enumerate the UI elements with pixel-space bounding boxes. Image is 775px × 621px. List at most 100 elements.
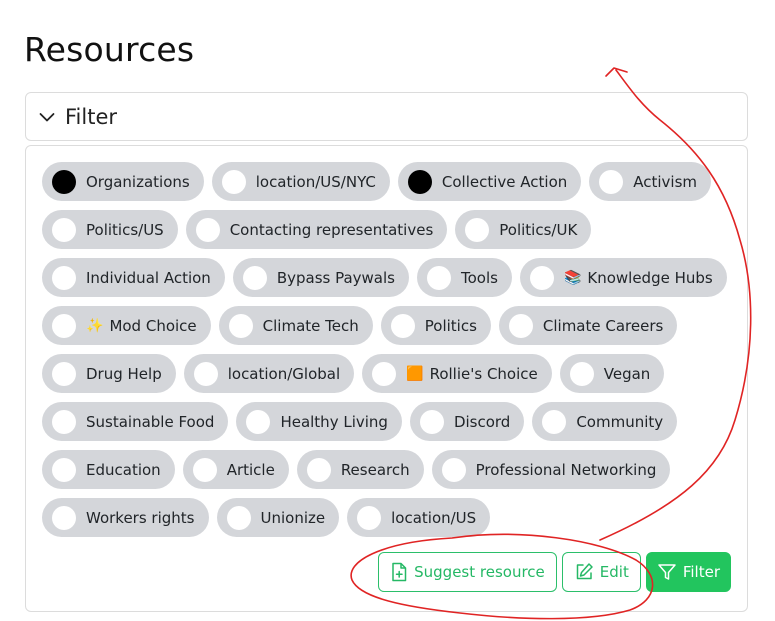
radio-unchecked-icon[interactable] bbox=[372, 361, 397, 386]
radio-unchecked-icon[interactable] bbox=[508, 313, 533, 338]
page-title: Resources bbox=[24, 30, 195, 69]
tag-option[interactable]: Contacting representatives bbox=[185, 210, 448, 249]
tag-option[interactable]: Politics/UK bbox=[455, 210, 592, 249]
tag-label: Healthy Living bbox=[280, 412, 388, 431]
tag-option[interactable]: location/Global bbox=[183, 354, 355, 393]
tag-option[interactable]: Community bbox=[532, 402, 678, 441]
tag-label: location/Global bbox=[227, 364, 341, 383]
books-icon: 📚 bbox=[563, 269, 582, 286]
tag-option[interactable]: Research bbox=[296, 450, 424, 489]
radio-unchecked-icon[interactable] bbox=[226, 505, 251, 530]
tag-label: Politics/US bbox=[86, 220, 164, 239]
radio-unchecked-icon[interactable] bbox=[52, 409, 76, 434]
edit-icon bbox=[576, 563, 593, 580]
tag-option[interactable]: Activism bbox=[589, 162, 712, 201]
tag-label: Contacting representatives bbox=[229, 220, 434, 239]
radio-unchecked-icon[interactable] bbox=[569, 361, 594, 386]
apply-filter-button[interactable]: Filter bbox=[645, 552, 731, 592]
radio-unchecked-icon[interactable] bbox=[52, 457, 76, 482]
radio-unchecked-icon[interactable] bbox=[426, 265, 451, 290]
radio-unchecked-icon[interactable] bbox=[599, 169, 624, 194]
tag-option[interactable]: Politics bbox=[380, 306, 491, 345]
radio-unchecked-icon[interactable] bbox=[306, 457, 331, 482]
tag-option[interactable]: Politics/US bbox=[42, 210, 178, 249]
radio-unchecked-icon[interactable] bbox=[542, 409, 567, 434]
tag-option[interactable]: Climate Tech bbox=[218, 306, 373, 345]
tag-option[interactable]: Workers rights bbox=[42, 498, 209, 537]
radio-unchecked-icon[interactable] bbox=[441, 457, 466, 482]
radio-checked-icon[interactable] bbox=[407, 169, 432, 194]
tag-list: Organizations location/US/NYC Collective A… bbox=[42, 162, 732, 537]
tag-label: Unionize bbox=[260, 508, 326, 527]
radio-checked-icon[interactable] bbox=[52, 169, 76, 194]
tag-label: Vegan bbox=[603, 364, 651, 383]
tag-option[interactable]: 🟧 Rollie's Choice bbox=[362, 354, 552, 393]
tag-option[interactable]: Article bbox=[182, 450, 289, 489]
radio-unchecked-icon[interactable] bbox=[419, 409, 444, 434]
tag-label: Education bbox=[86, 460, 161, 479]
tag-label: Politics bbox=[424, 316, 477, 335]
tag-option[interactable]: Vegan bbox=[559, 354, 665, 393]
radio-unchecked-icon[interactable] bbox=[193, 361, 218, 386]
tag-label: Research bbox=[340, 460, 410, 479]
tag-label: Professional Networking bbox=[475, 460, 657, 479]
tag-option[interactable]: location/US/NYC bbox=[211, 162, 390, 201]
radio-unchecked-icon[interactable] bbox=[195, 217, 220, 242]
radio-unchecked-icon[interactable] bbox=[52, 265, 76, 290]
suggest-resource-label: Suggest resource bbox=[414, 563, 545, 581]
tag-option[interactable]: Sustainable Food bbox=[42, 402, 229, 441]
edit-label: Edit bbox=[599, 563, 629, 581]
radio-unchecked-icon[interactable] bbox=[52, 505, 76, 530]
radio-unchecked-icon[interactable] bbox=[242, 265, 267, 290]
tag-option[interactable]: Tools bbox=[416, 258, 512, 297]
tag-option[interactable]: Unionize bbox=[216, 498, 340, 537]
tag-option[interactable]: Individual Action bbox=[42, 258, 225, 297]
suggest-resource-button[interactable]: Suggest resource bbox=[378, 552, 557, 592]
tag-option[interactable]: Discord bbox=[409, 402, 525, 441]
radio-unchecked-icon[interactable] bbox=[221, 169, 246, 194]
tag-option[interactable]: Bypass Paywals bbox=[232, 258, 409, 297]
tag-label: location/US bbox=[391, 508, 477, 527]
radio-unchecked-icon[interactable] bbox=[529, 265, 554, 290]
radio-unchecked-icon[interactable] bbox=[228, 313, 253, 338]
tag-label: Workers rights bbox=[86, 508, 195, 527]
tag-label: Climate Tech bbox=[262, 316, 359, 335]
tag-label: Organizations bbox=[86, 172, 190, 191]
tag-option[interactable]: Professional Networking bbox=[431, 450, 671, 489]
radio-unchecked-icon[interactable] bbox=[465, 217, 490, 242]
tag-option[interactable]: Climate Careers bbox=[498, 306, 678, 345]
tag-label: Activism bbox=[633, 172, 698, 191]
radio-unchecked-icon[interactable] bbox=[52, 361, 76, 386]
edit-button[interactable]: Edit bbox=[561, 552, 641, 592]
tag-label: Individual Action bbox=[86, 268, 211, 287]
tag-option[interactable]: 📚 Knowledge Hubs bbox=[519, 258, 727, 297]
radio-unchecked-icon[interactable] bbox=[246, 409, 271, 434]
tag-label: Politics/UK bbox=[499, 220, 578, 239]
file-plus-icon bbox=[392, 562, 407, 582]
tag-option[interactable]: location/US bbox=[347, 498, 491, 537]
tag-label: Discord bbox=[453, 412, 511, 431]
tag-label: Community bbox=[576, 412, 664, 431]
tag-label: Drug Help bbox=[86, 364, 162, 383]
radio-unchecked-icon[interactable] bbox=[357, 505, 382, 530]
radio-unchecked-icon[interactable] bbox=[192, 457, 217, 482]
orange-square-icon: 🟧 bbox=[406, 365, 424, 382]
radio-unchecked-icon[interactable] bbox=[52, 217, 76, 242]
tag-option[interactable]: Organizations bbox=[42, 162, 204, 201]
sparkles-icon: ✨ bbox=[86, 317, 104, 334]
funnel-icon bbox=[658, 564, 676, 580]
filter-accordion-toggle[interactable]: Filter bbox=[25, 92, 748, 141]
tag-option[interactable]: ✨ Mod Choice bbox=[42, 306, 211, 345]
tag-label: Rollie's Choice bbox=[429, 364, 538, 383]
tag-option[interactable]: Collective Action bbox=[397, 162, 582, 201]
tag-label: Sustainable Food bbox=[86, 412, 215, 431]
radio-unchecked-icon[interactable] bbox=[52, 313, 76, 338]
apply-filter-label: Filter bbox=[682, 563, 720, 581]
tag-label: location/US/NYC bbox=[255, 172, 376, 191]
tag-label: Collective Action bbox=[441, 172, 568, 191]
tag-option[interactable]: Education bbox=[42, 450, 175, 489]
tag-option[interactable]: Drug Help bbox=[42, 354, 176, 393]
tag-option[interactable]: Healthy Living bbox=[236, 402, 402, 441]
tag-label: Climate Careers bbox=[542, 316, 664, 335]
radio-unchecked-icon[interactable] bbox=[390, 313, 415, 338]
